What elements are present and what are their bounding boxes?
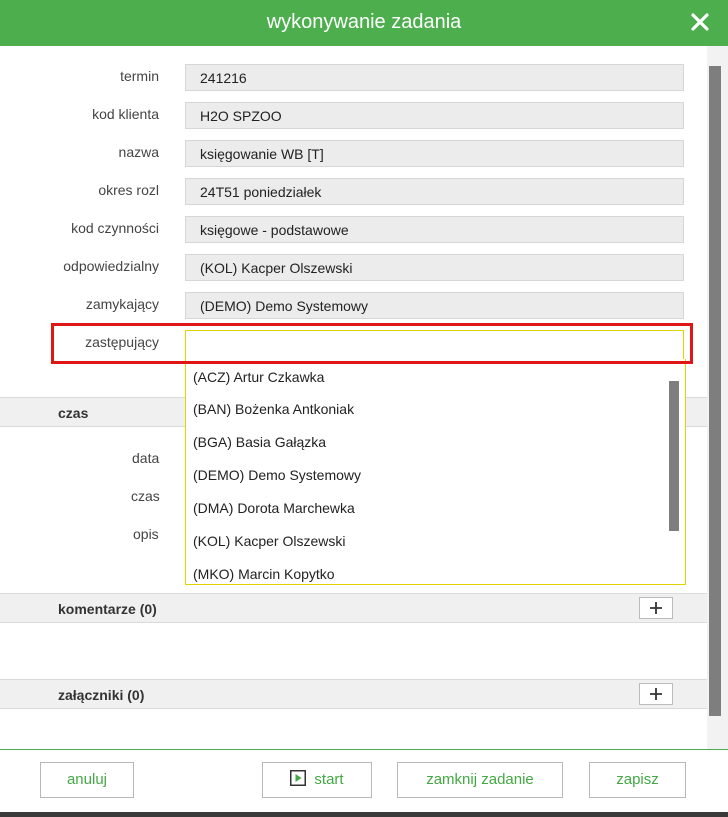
start-button-label: start (314, 771, 344, 788)
field-kod-klienta: H2O SPZOO (185, 102, 684, 129)
label-zamykajacy: zamykający (85, 296, 159, 312)
field-termin: 241216 (185, 64, 684, 91)
close-icon[interactable] (688, 10, 712, 34)
save-button[interactable]: zapisz (589, 762, 686, 798)
dialog-titlebar: wykonywanie zadania (0, 0, 728, 46)
label-data: data (132, 450, 160, 466)
label-kod-czynnosci: kod czynności (71, 220, 159, 236)
label-kod-klienta: kod klienta (92, 106, 159, 122)
field-kod-czynnosci: księgowe - podstawowe (185, 216, 684, 243)
label-termin: termin (120, 68, 159, 84)
comments-section-header: komentarze (0) (0, 593, 707, 623)
field-okres-rozl: 24T51 poniedziałek (185, 178, 684, 205)
cancel-button-label: anuluj (66, 771, 108, 788)
dropdown-option[interactable]: (BGA) Basia Gałązka (193, 434, 326, 450)
dropdown-option[interactable]: (ACZ) Artur Czkawka (193, 369, 324, 385)
zastepujacy-dropdown[interactable]: (ACZ) Artur Czkawka (BAN) Bożenka Antkon… (185, 359, 686, 585)
task-dialog: wykonywanie zadania termin 241216 kod kl… (0, 0, 728, 812)
field-zamykajacy: (DEMO) Demo Systemowy (185, 292, 684, 319)
field-nazwa: księgowanie WB [T] (185, 140, 684, 167)
label-nazwa: nazwa (118, 144, 159, 160)
label-okres-rozl: okres rozl (98, 182, 159, 198)
start-button[interactable]: start (262, 762, 372, 798)
close-task-button[interactable]: zamknij zadanie (397, 762, 563, 798)
dropdown-option[interactable]: (KOL) Kacper Olszewski (193, 533, 345, 549)
dialog-footer: anuluj start zamknij zadanie zapisz (0, 749, 728, 812)
play-icon (290, 770, 307, 786)
add-comment-button[interactable] (639, 597, 673, 619)
dropdown-option[interactable]: (BAN) Bożenka Antkoniak (193, 401, 354, 417)
label-czas: czas (131, 488, 160, 504)
plus-icon (650, 688, 662, 700)
add-attachment-button[interactable] (639, 683, 673, 705)
label-odpowiedzialny: odpowiedzialny (63, 258, 159, 274)
cancel-button[interactable]: anuluj (40, 762, 134, 798)
plus-icon (650, 602, 662, 614)
highlight-box (51, 323, 693, 364)
label-opis: opis (133, 526, 159, 542)
field-odpowiedzialny: (KOL) Kacper Olszewski (185, 254, 684, 281)
dropdown-option[interactable]: (MKO) Marcin Kopytko (193, 566, 335, 582)
dropdown-option[interactable]: (DMA) Dorota Marchewka (193, 500, 355, 516)
czas-section-title: czas (58, 405, 89, 421)
dropdown-scrollbar[interactable] (669, 381, 679, 531)
dropdown-option[interactable]: (DEMO) Demo Systemowy (193, 467, 361, 483)
save-button-label: zapisz (616, 771, 659, 788)
attachments-section-title: załączniki (0) (58, 687, 145, 703)
comments-section-title: komentarze (0) (58, 601, 157, 617)
attachments-section-header: załączniki (0) (0, 679, 707, 709)
dialog-scrollbar-thumb[interactable] (709, 66, 721, 716)
dialog-title: wykonywanie zadania (266, 11, 462, 33)
close-task-button-label: zamknij zadanie (426, 771, 534, 788)
